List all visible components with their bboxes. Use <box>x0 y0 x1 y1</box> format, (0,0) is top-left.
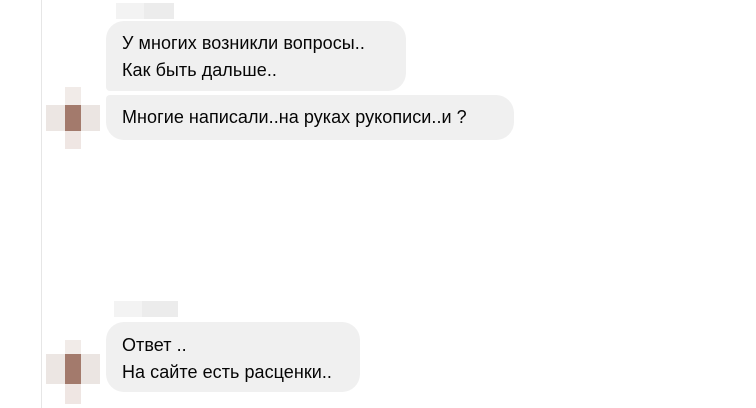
sender-name-blurred <box>114 301 178 317</box>
sender-name-blurred <box>116 3 174 19</box>
message-bubble[interactable]: У многих возникли вопросы.. Как быть дал… <box>106 21 406 91</box>
message-text-line: На сайте есть расценки.. <box>122 362 332 382</box>
avatar[interactable] <box>46 340 100 406</box>
chat-thread: У многих возникли вопросы.. Как быть дал… <box>0 0 756 408</box>
divider <box>41 0 42 408</box>
message-text-line: У многих возникли вопросы.. <box>122 33 365 53</box>
avatar[interactable] <box>46 87 100 153</box>
message-bubble[interactable]: Ответ .. На сайте есть расценки.. <box>106 322 360 392</box>
message-bubble[interactable]: Многие написали..на руках рукописи..и ? <box>106 95 514 140</box>
message-text-line: Ответ .. <box>122 335 187 355</box>
message-text-line: Как быть дальше.. <box>122 60 277 80</box>
message-text-line: Многие написали..на руках рукописи..и ? <box>122 107 467 127</box>
